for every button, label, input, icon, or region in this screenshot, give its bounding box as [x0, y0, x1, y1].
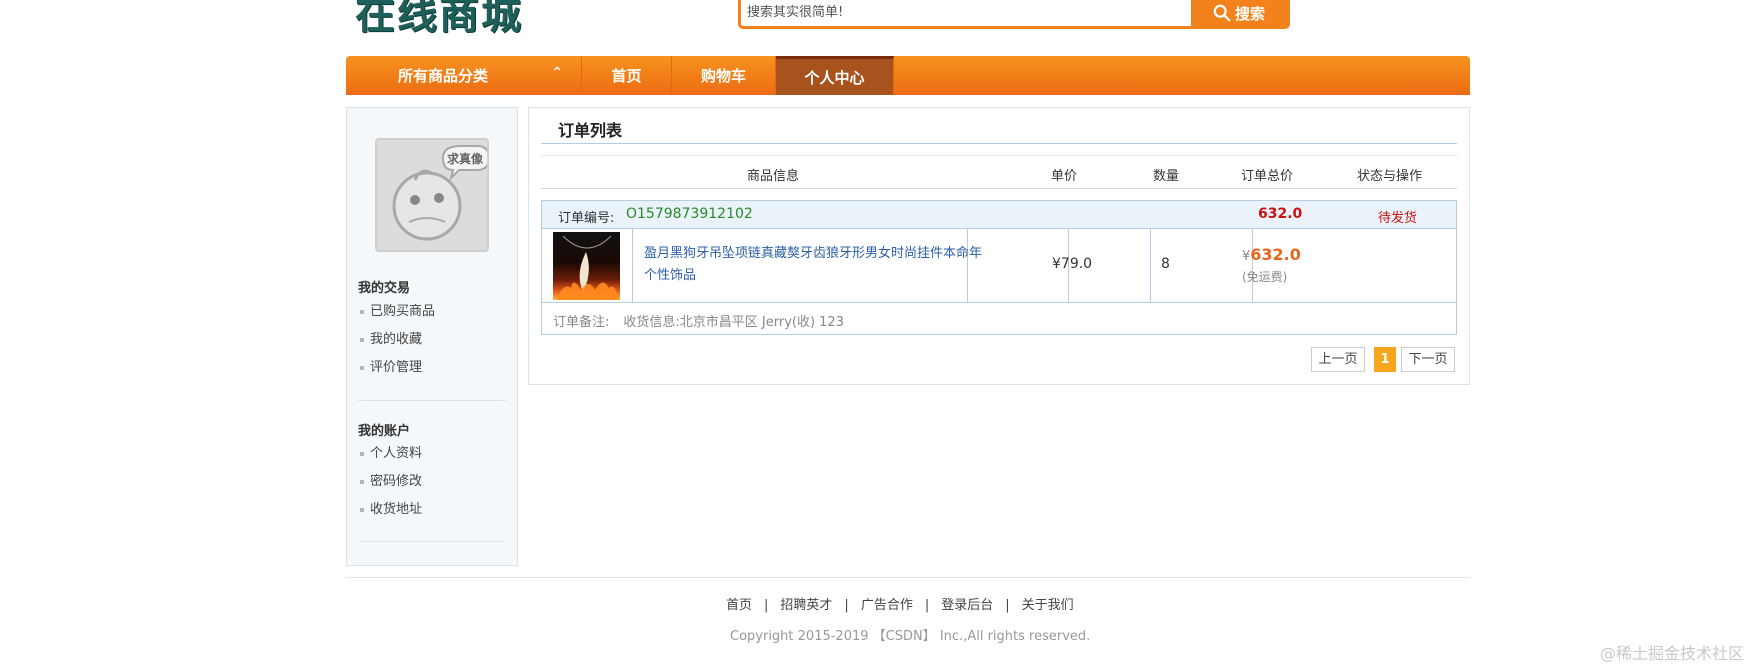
sidebar-divider — [358, 400, 506, 401]
column-header-total: 订单总价 — [1241, 169, 1294, 184]
search-icon — [1213, 4, 1231, 22]
copyright: Copyright 2015-2019 【CSDN】 Inc.,All righ… — [730, 629, 1091, 644]
order-number-label: 订单编号: — [558, 211, 615, 226]
shipping-note: (免运费) — [1242, 270, 1288, 284]
order-header: 订单编号: O1579873912102 632.0 待发货 — [542, 201, 1456, 229]
menu-item-purchased[interactable]: 已购买商品 — [358, 298, 435, 326]
order-total: 632.0 — [1258, 206, 1303, 222]
next-page-button[interactable]: 下一页 — [1401, 347, 1455, 372]
remark-label: 订单备注: — [553, 315, 610, 330]
search-button[interactable]: 搜索 — [1191, 0, 1287, 26]
product-name-link[interactable]: 盈月黑狗牙吊坠项链真藏獒牙齿狼牙形男女时尚挂件本命年个性饰品 — [644, 243, 984, 287]
avatar-caption: 求真像 — [447, 151, 484, 166]
order-status[interactable]: 待发货 — [1378, 207, 1417, 226]
column-header-quantity: 数量 — [1153, 169, 1180, 184]
order-list-panel: 订单列表 商品信息 单价 数量 订单总价 状态与操作 订单编号: O157987… — [528, 107, 1470, 385]
column-header-price: 单价 — [1051, 169, 1078, 184]
menu-item-address[interactable]: 收货地址 — [358, 496, 422, 524]
all-categories-label: 所有商品分类 — [398, 67, 489, 85]
item-quantity: 8 — [1161, 256, 1170, 272]
product-image-cell — [542, 229, 633, 303]
site-logo[interactable]: 在线商城 — [355, 0, 523, 40]
order-card: 订单编号: O1579873912102 632.0 待发货 盈月黑狗牙吊坠项链… — [541, 200, 1457, 335]
prev-page-button[interactable]: 上一页 — [1311, 347, 1365, 372]
column-header-product: 商品信息 — [747, 169, 800, 184]
footer-link-jobs[interactable]: 招聘英才 — [780, 598, 832, 613]
sidebar-divider — [358, 541, 506, 542]
order-number: O1579873912102 — [626, 206, 753, 222]
page-title: 订单列表 — [558, 121, 623, 140]
table-row: 盈月黑狗牙吊坠项链真藏獒牙齿狼牙形男女时尚挂件本命年个性饰品 ¥79.0 8 ¥… — [542, 229, 1456, 303]
menu-item-favorites[interactable]: 我的收藏 — [358, 326, 435, 354]
footer-link-about[interactable]: 关于我们 — [1022, 598, 1074, 613]
menu-item-password[interactable]: 密码修改 — [358, 468, 422, 496]
menu-item-profile[interactable]: 个人资料 — [358, 440, 422, 468]
shipping-address: 收货信息:北京市昌平区 Jerry(收) 123 — [623, 315, 844, 330]
main-nav: 所有商品分类 ⌃ 首页 购物车 个人中心 — [346, 56, 1470, 95]
footer-links: 首页 | 招聘英才 | 广告合作 | 登录后台 | 关于我们 — [726, 598, 1074, 613]
all-categories-menu[interactable]: 所有商品分类 ⌃ — [346, 56, 582, 95]
nav-item-home[interactable]: 首页 — [582, 56, 672, 95]
search-bar: 搜索 — [738, 0, 1290, 29]
product-info-cell: 盈月黑狗牙吊坠项链真藏獒牙齿狼牙形男女时尚挂件本命年个性饰品 — [633, 229, 982, 303]
footer-divider — [346, 577, 1470, 578]
menu-item-reviews[interactable]: 评价管理 — [358, 354, 435, 382]
chevron-up-icon: ⌃ — [551, 65, 563, 81]
column-header-status: 状态与操作 — [1357, 169, 1423, 184]
sidebar: 求真像 我的交易 已购买商品 我的收藏 评价管理 我的账户 个人资料 密码修改 … — [346, 107, 518, 566]
footer-link-home[interactable]: 首页 — [726, 598, 752, 613]
page-number-current[interactable]: 1 — [1374, 347, 1396, 372]
transactions-menu: 已购买商品 我的收藏 评价管理 — [358, 298, 435, 382]
unit-price: ¥79.0 — [1052, 256, 1093, 272]
footer-link-admin-login[interactable]: 登录后台 — [941, 598, 993, 613]
search-input[interactable] — [743, 0, 1191, 24]
title-divider — [541, 143, 1457, 144]
item-total: ¥632.0 — [1242, 245, 1301, 264]
section-title-account: 我的账户 — [358, 424, 411, 439]
avatar[interactable]: 求真像 — [375, 138, 489, 252]
section-title-transactions: 我的交易 — [358, 281, 411, 296]
account-menu: 个人资料 密码修改 收货地址 — [358, 440, 422, 524]
watermark: @稀土掘金技术社区 — [1599, 644, 1744, 663]
nav-item-user-center[interactable]: 个人中心 — [776, 56, 894, 95]
product-image[interactable] — [553, 232, 620, 300]
nav-item-cart[interactable]: 购物车 — [672, 56, 776, 95]
order-remark: 订单备注: 收货信息:北京市昌平区 Jerry(收) 123 — [553, 311, 844, 330]
item-total-value: 632.0 — [1250, 245, 1301, 264]
search-button-label: 搜索 — [1234, 4, 1265, 23]
table-header: 商品信息 单价 数量 订单总价 状态与操作 — [541, 155, 1457, 189]
footer-link-ads[interactable]: 广告合作 — [861, 598, 913, 613]
